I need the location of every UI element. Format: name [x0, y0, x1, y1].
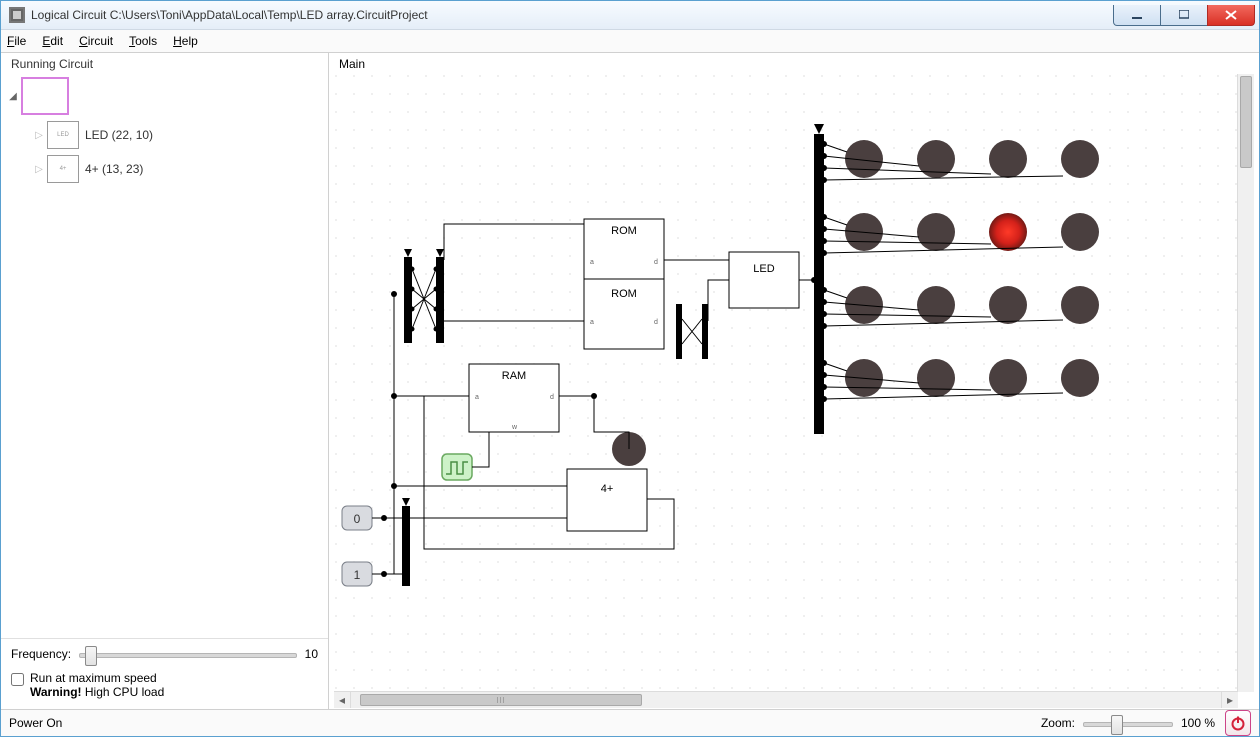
pin-1[interactable]: 1: [342, 562, 372, 586]
menu-help[interactable]: Help: [173, 34, 198, 48]
menu-circuit[interactable]: Circuit: [79, 34, 113, 48]
svg-text:a: a: [590, 259, 594, 266]
power-button[interactable]: [1225, 710, 1251, 736]
circuit-canvas[interactable]: ROM a d ROM a d: [334, 74, 1238, 692]
vertical-scroll-thumb[interactable]: [1240, 76, 1252, 168]
led-block[interactable]: LED: [729, 252, 799, 308]
menu-edit[interactable]: Edit: [42, 34, 63, 48]
scroll-left-arrow-icon[interactable]: ◂: [334, 692, 351, 708]
frequency-value: 10: [305, 647, 318, 661]
led-r2c4[interactable]: [1061, 213, 1099, 251]
svg-text:w: w: [511, 424, 518, 431]
frequency-slider[interactable]: [79, 645, 297, 663]
svg-text:1: 1: [354, 568, 361, 582]
svg-text:a: a: [590, 319, 594, 326]
window-controls: [1114, 5, 1255, 25]
rom-1[interactable]: ROM a d: [584, 219, 664, 279]
expander-icon[interactable]: ◢: [7, 91, 19, 102]
adder-block[interactable]: 4+: [567, 469, 647, 531]
led-r1c3[interactable]: [989, 140, 1027, 178]
svg-text:d: d: [550, 394, 554, 401]
run-max-checkbox[interactable]: [11, 673, 24, 686]
pin-splitter[interactable]: [402, 506, 410, 586]
led-r3c2[interactable]: [917, 286, 955, 324]
svg-text:LED: LED: [753, 263, 774, 275]
horizontal-scrollbar[interactable]: ◂ ▸: [334, 691, 1238, 708]
tree-label: LED (22, 10): [85, 128, 153, 142]
circuit-tree[interactable]: ◢ ▷ LED LED (22, 10) ▷ 4+ 4+ (13, 23): [1, 73, 328, 638]
svg-text:ROM: ROM: [611, 225, 637, 237]
tree-node-root[interactable]: ◢: [7, 77, 322, 115]
expander-icon[interactable]: ▷: [33, 164, 45, 175]
maximize-button[interactable]: [1160, 5, 1208, 26]
led-r3c4[interactable]: [1061, 286, 1099, 324]
led-r4c4[interactable]: [1061, 359, 1099, 397]
svg-text:d: d: [654, 319, 658, 326]
titlebar[interactable]: Logical Circuit C:\Users\Toni\AppData\Lo…: [1, 1, 1259, 30]
run-max-row: Run at maximum speed Warning! High CPU l…: [11, 671, 318, 699]
rom-2[interactable]: ROM a d: [584, 279, 664, 349]
left-panel: Running Circuit ◢ ▷ LED LED (22, 10) ▷ 4…: [1, 53, 329, 709]
app-window: Logical Circuit C:\Users\Toni\AppData\Lo…: [0, 0, 1260, 737]
window-title: Logical Circuit C:\Users\Toni\AppData\Lo…: [31, 8, 1114, 22]
clock[interactable]: [442, 454, 472, 480]
svg-text:ROM: ROM: [611, 288, 637, 300]
scroll-right-arrow-icon[interactable]: ▸: [1221, 692, 1238, 708]
status-text: Power On: [9, 716, 1041, 730]
left-panel-heading: Running Circuit: [1, 53, 328, 73]
svg-text:RAM: RAM: [502, 370, 526, 382]
horizontal-scroll-thumb[interactable]: [360, 694, 642, 706]
power-icon: [1230, 715, 1246, 731]
svg-text:0: 0: [354, 512, 361, 526]
zoom-controls: Zoom: 100 %: [1041, 714, 1215, 732]
vertical-scrollbar[interactable]: [1237, 74, 1254, 692]
close-button[interactable]: [1207, 5, 1255, 26]
minimize-button[interactable]: [1113, 5, 1161, 26]
tree-node-led[interactable]: ▷ LED LED (22, 10): [33, 121, 322, 149]
app-icon: [9, 7, 25, 23]
zoom-label: Zoom:: [1041, 716, 1075, 730]
svg-text:a: a: [475, 394, 479, 401]
menubar: File Edit Circuit Tools Help: [1, 30, 1259, 53]
canvas-wrap: ROM a d ROM a d: [333, 73, 1255, 709]
client-area: Running Circuit ◢ ▷ LED LED (22, 10) ▷ 4…: [1, 53, 1259, 709]
led-r3c3[interactable]: [989, 286, 1027, 324]
run-max-label: Run at maximum speed: [30, 671, 157, 685]
led-r2c3-on[interactable]: [989, 213, 1027, 251]
led-r4c3[interactable]: [989, 359, 1027, 397]
left-panel-bottom: Frequency: 10 Run at maximum speed Warni…: [1, 638, 328, 709]
tree-node-adder[interactable]: ▷ 4+ 4+ (13, 23): [33, 155, 322, 183]
main-panel: Main: [329, 53, 1259, 709]
circuit-svg[interactable]: ROM a d ROM a d: [334, 74, 1238, 692]
frequency-row: Frequency: 10: [11, 645, 318, 663]
zoom-slider[interactable]: [1083, 714, 1173, 732]
ram-block[interactable]: RAM a d w: [469, 364, 559, 432]
pin-0[interactable]: 0: [342, 506, 372, 530]
tree-label: 4+ (13, 23): [85, 162, 143, 176]
frequency-label: Frequency:: [11, 647, 71, 661]
main-heading: Main: [329, 53, 1259, 73]
menu-file[interactable]: File: [7, 34, 26, 48]
svg-text:4+: 4+: [601, 483, 614, 495]
svg-text:d: d: [654, 259, 658, 266]
expander-icon[interactable]: ▷: [33, 130, 45, 141]
menu-tools[interactable]: Tools: [129, 34, 157, 48]
statusbar: Power On Zoom: 100 %: [1, 709, 1259, 736]
chip-icon: LED: [47, 121, 79, 149]
led-r1c4[interactable]: [1061, 140, 1099, 178]
led-r2c2[interactable]: [917, 213, 955, 251]
run-max-warning: Warning! High CPU load: [30, 685, 164, 699]
led-r4c2[interactable]: [917, 359, 955, 397]
zoom-value: 100 %: [1181, 716, 1215, 730]
chip-icon: 4+: [47, 155, 79, 183]
chip-icon: [21, 77, 69, 115]
